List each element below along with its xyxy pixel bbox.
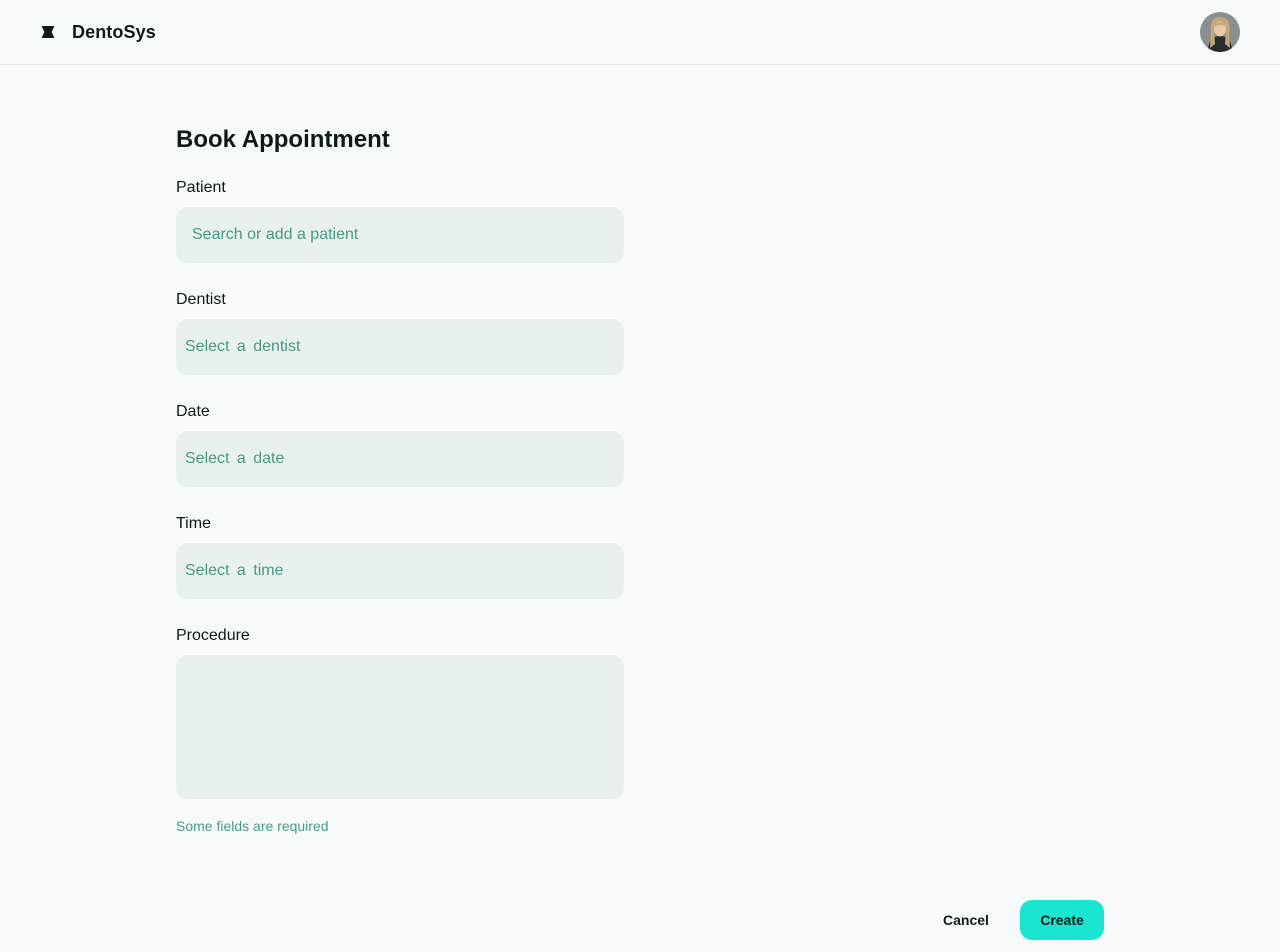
date-label: Date	[176, 403, 210, 420]
time-select[interactable]: Select a time	[176, 543, 624, 599]
time-select-placeholder: Select a time	[185, 562, 284, 579]
top-bar: DentoSys	[0, 0, 1280, 65]
procedure-label: Procedure	[176, 627, 250, 644]
dental-logo-icon	[40, 24, 56, 40]
create-button[interactable]: Create	[1020, 900, 1104, 940]
date-select-placeholder: Select a date	[185, 450, 285, 467]
dentist-select[interactable]: Select a dentist	[176, 319, 624, 375]
page-title: Book Appointment	[176, 126, 390, 153]
procedure-textarea[interactable]	[176, 655, 624, 799]
patient-search-input[interactable]	[176, 207, 624, 263]
required-fields-hint: Some fields are required	[176, 818, 329, 834]
app-name: DentoSys	[72, 21, 156, 42]
cancel-button[interactable]: Cancel	[926, 900, 1006, 940]
date-select[interactable]: Select a date	[176, 431, 624, 487]
brand[interactable]: DentoSys	[40, 20, 156, 44]
user-avatar[interactable]	[1200, 12, 1240, 52]
dentist-select-placeholder: Select a dentist	[185, 338, 301, 355]
time-label: Time	[176, 515, 211, 532]
patient-label: Patient	[176, 179, 226, 196]
dentist-label: Dentist	[176, 291, 226, 308]
